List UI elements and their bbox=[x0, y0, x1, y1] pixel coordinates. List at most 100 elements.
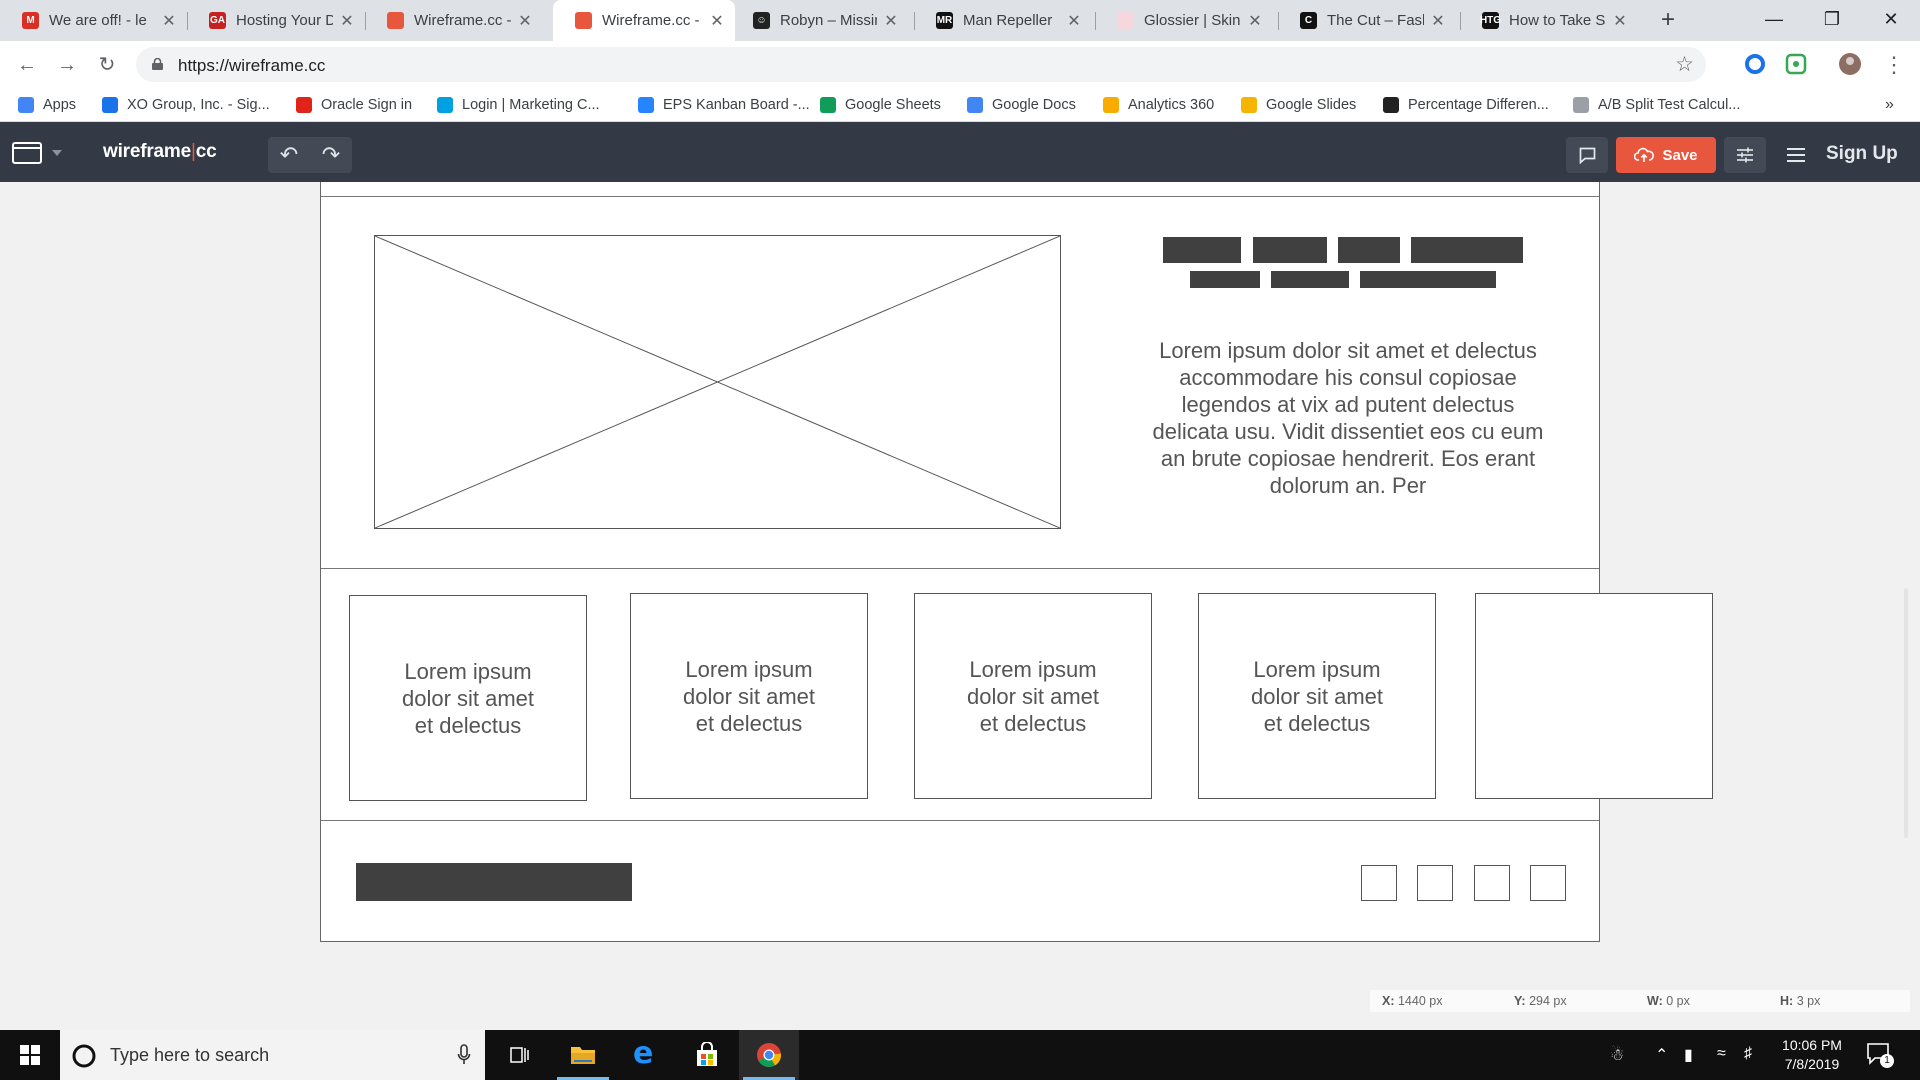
nav-block[interactable] bbox=[1338, 237, 1400, 263]
nav-block[interactable] bbox=[1253, 237, 1327, 263]
chrome-icon[interactable] bbox=[739, 1030, 799, 1080]
nav-block[interactable] bbox=[1190, 271, 1260, 288]
close-tab-icon[interactable]: ✕ bbox=[517, 11, 533, 31]
bookmark-item[interactable]: Google Docs bbox=[967, 94, 1076, 116]
bookmark-item[interactable]: EPS Kanban Board -... bbox=[638, 94, 810, 116]
tab[interactable]: MR Man Repeller ✕ bbox=[914, 0, 1092, 41]
maximize-icon[interactable]: ❐ bbox=[1803, 0, 1861, 41]
bookmark-item[interactable]: Apps bbox=[18, 94, 76, 116]
extension-circle-icon[interactable] bbox=[1744, 53, 1766, 75]
wireframe-page[interactable]: Lorem ipsum dolor sit amet et delectus a… bbox=[320, 182, 1713, 942]
taskbar-search-box[interactable]: Type here to search bbox=[60, 1030, 485, 1080]
close-tab-icon[interactable]: ✕ bbox=[883, 11, 899, 31]
social-icon-placeholder[interactable] bbox=[1417, 865, 1453, 901]
tab[interactable]: Glossier | Skinc ✕ bbox=[1095, 0, 1273, 41]
task-view-icon[interactable] bbox=[490, 1030, 550, 1080]
close-tab-icon[interactable]: ✕ bbox=[339, 11, 355, 31]
extension-grammarly-icon[interactable] bbox=[1785, 53, 1807, 75]
tab[interactable]: M We are off! - le ✕ bbox=[0, 0, 187, 41]
empty-card[interactable] bbox=[1475, 593, 1713, 799]
system-clock[interactable]: 10:06 PM 7/8/2019 bbox=[1764, 1036, 1860, 1074]
bookmark-item[interactable]: Google Slides bbox=[1241, 94, 1356, 116]
text-card[interactable]: Lorem ipsum dolor sit amet et delectus bbox=[630, 593, 868, 799]
nav-block[interactable] bbox=[1360, 271, 1496, 288]
paragraph-text[interactable]: Lorem ipsum dolor sit amet et delectus a… bbox=[1148, 337, 1548, 499]
canvas-scrollbar[interactable] bbox=[1900, 588, 1912, 838]
manrepeller-icon: MR bbox=[936, 12, 953, 29]
tab-title: Glossier | Skinc bbox=[1144, 12, 1241, 29]
back-arrow-icon[interactable]: ← bbox=[13, 51, 41, 79]
volume-mute-icon[interactable]: ♯ bbox=[1744, 1045, 1752, 1063]
nav-block[interactable] bbox=[1163, 237, 1241, 263]
tab[interactable]: GA Hosting Your D ✕ bbox=[187, 0, 365, 41]
comment-icon bbox=[1579, 147, 1596, 164]
tab-active[interactable]: Wireframe.cc - ✕ bbox=[553, 0, 735, 41]
notifications-icon[interactable]: 1 bbox=[1866, 1042, 1896, 1070]
text-card[interactable]: Lorem ipsum dolor sit amet et delectus bbox=[349, 595, 587, 801]
minimize-icon[interactable]: — bbox=[1745, 0, 1803, 41]
nav-block[interactable] bbox=[1411, 237, 1523, 263]
close-tab-icon[interactable]: ✕ bbox=[1430, 11, 1446, 31]
tab[interactable]: ☺ Robyn – Missin ✕ bbox=[731, 0, 909, 41]
close-tab-icon[interactable]: ✕ bbox=[1247, 11, 1263, 31]
battery-icon[interactable]: ▮ bbox=[1684, 1045, 1693, 1065]
social-icon-placeholder[interactable] bbox=[1361, 865, 1397, 901]
chevron-down-icon[interactable] bbox=[52, 150, 62, 156]
close-tab-icon[interactable]: ✕ bbox=[161, 11, 177, 31]
more-bookmarks-button[interactable]: » bbox=[1885, 94, 1894, 116]
bookmark-item[interactable]: Analytics 360 bbox=[1103, 94, 1214, 116]
bookmark-item[interactable]: Oracle Sign in bbox=[296, 94, 412, 116]
text-card[interactable]: Lorem ipsum dolor sit amet et delectus bbox=[1198, 593, 1436, 799]
bookmark-star-icon[interactable]: ☆ bbox=[1675, 52, 1694, 77]
bookmark-label: Login | Marketing C... bbox=[462, 97, 600, 113]
browser-tab-strip: M We are off! - le ✕ GA Hosting Your D ✕ Wiref… bbox=[0, 0, 1920, 41]
social-icon-placeholder[interactable] bbox=[1530, 865, 1566, 901]
start-button[interactable] bbox=[0, 1030, 60, 1080]
profile-avatar-icon[interactable] bbox=[1839, 53, 1861, 75]
sign-up-link[interactable]: Sign Up bbox=[1826, 143, 1898, 165]
image-placeholder[interactable] bbox=[374, 235, 1061, 529]
text-card[interactable]: Lorem ipsum dolor sit amet et delectus bbox=[914, 593, 1152, 799]
close-window-icon[interactable]: ✕ bbox=[1862, 0, 1920, 41]
bookmark-item[interactable]: Google Sheets bbox=[820, 94, 941, 116]
store-icon[interactable] bbox=[677, 1030, 737, 1080]
bookmark-item[interactable]: Percentage Differen... bbox=[1383, 94, 1549, 116]
file-explorer-icon[interactable] bbox=[553, 1030, 613, 1080]
windows-taskbar: Type here to search e ☃ ⌃ ▮ ≈ ♯ 10:06 PM… bbox=[0, 1030, 1920, 1080]
microphone-icon[interactable] bbox=[457, 1044, 471, 1066]
page-layout-icon[interactable] bbox=[12, 142, 42, 164]
nav-block[interactable] bbox=[1271, 271, 1349, 288]
section-divider bbox=[321, 820, 1599, 821]
edge-browser-icon[interactable]: e bbox=[615, 1030, 675, 1080]
new-tab-button[interactable]: + bbox=[1654, 6, 1682, 34]
close-tab-icon[interactable]: ✕ bbox=[709, 11, 725, 31]
url-text[interactable]: https://wireframe.cc bbox=[178, 56, 325, 76]
bookmark-item[interactable]: XO Group, Inc. - Sig... bbox=[102, 94, 270, 116]
comment-button[interactable] bbox=[1566, 137, 1608, 173]
redo-icon[interactable]: ↷ bbox=[310, 137, 352, 173]
hamburger-menu-icon[interactable] bbox=[1782, 137, 1810, 173]
footer-text-block[interactable] bbox=[356, 863, 632, 901]
tab[interactable]: HTG How to Take Sc ✕ bbox=[1460, 0, 1638, 41]
close-tab-icon[interactable]: ✕ bbox=[1612, 11, 1628, 31]
save-button[interactable]: Save bbox=[1616, 137, 1716, 173]
undo-icon[interactable]: ↶ bbox=[268, 137, 310, 173]
reload-icon[interactable]: ↻ bbox=[93, 51, 121, 79]
chevron-up-icon[interactable]: ⌃ bbox=[1655, 1045, 1668, 1065]
forward-arrow-icon[interactable]: → bbox=[53, 51, 81, 79]
sheets-icon bbox=[820, 97, 836, 113]
tab[interactable]: Wireframe.cc - ✕ bbox=[365, 0, 543, 41]
jira-icon bbox=[638, 97, 654, 113]
address-bar[interactable]: https://wireframe.cc ☆ bbox=[136, 47, 1706, 82]
browser-menu-icon[interactable]: ⋮ bbox=[1880, 51, 1908, 79]
wifi-icon[interactable]: ≈ bbox=[1717, 1045, 1726, 1063]
browser-toolbar: ← → ↻ https://wireframe.cc ☆ ⋮ bbox=[0, 41, 1920, 88]
bookmark-item[interactable]: Login | Marketing C... bbox=[437, 94, 600, 116]
people-icon[interactable]: ☃ bbox=[1610, 1045, 1624, 1065]
wireframe-canvas[interactable]: Lorem ipsum dolor sit amet et delectus a… bbox=[0, 182, 1920, 1030]
tab[interactable]: C The Cut – Fashi ✕ bbox=[1278, 0, 1456, 41]
close-tab-icon[interactable]: ✕ bbox=[1066, 11, 1082, 31]
social-icon-placeholder[interactable] bbox=[1474, 865, 1510, 901]
bookmark-item[interactable]: A/B Split Test Calcul... bbox=[1573, 94, 1740, 116]
settings-button[interactable] bbox=[1724, 137, 1766, 173]
